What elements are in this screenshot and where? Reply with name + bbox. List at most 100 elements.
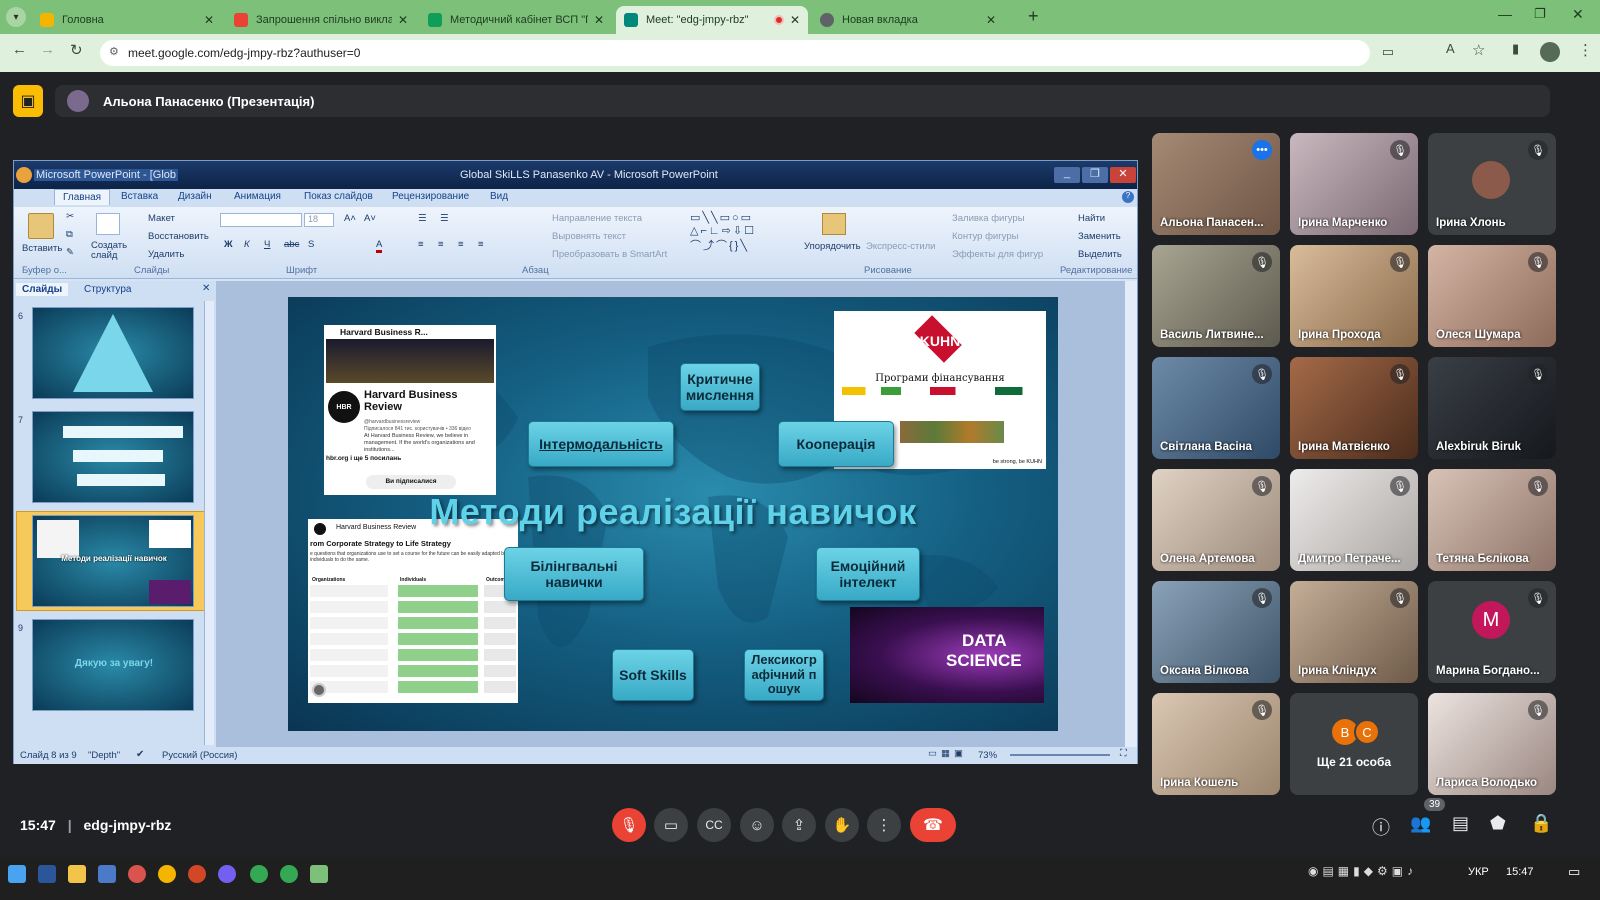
close-window-icon[interactable]: ✕ — [1572, 6, 1584, 23]
pane-tab-outline[interactable]: Структура — [78, 283, 137, 296]
align-center-icon[interactable]: ≡ — [438, 239, 444, 250]
paste-button[interactable]: Вставить — [22, 243, 62, 254]
powerpoint-taskbar-icon[interactable] — [188, 865, 206, 883]
ribbon-tab-review[interactable]: Рецензирование — [392, 191, 469, 202]
pane-tab-slides[interactable]: Слайды — [16, 283, 69, 296]
close-tab-icon[interactable]: ✕ — [594, 13, 604, 27]
system-tray-icons[interactable]: ◉▤▦▮◆⚙▣♪ — [1308, 864, 1417, 878]
browser-tab-methodical[interactable]: Методичний кабінет ВСП "ГА ✕ — [420, 6, 612, 34]
windows-start-icon[interactable] — [8, 865, 26, 883]
quick-styles-button[interactable]: Экспресс-стили — [866, 241, 935, 252]
participant-tile[interactable]: M 🎙 Марина Богдано... — [1428, 581, 1556, 683]
font-name-box[interactable] — [220, 213, 302, 227]
ribbon-tab-design[interactable]: Дизайн — [178, 191, 212, 202]
pane-close-icon[interactable]: ✕ — [202, 283, 210, 294]
info-icon[interactable]: ⓘ — [1372, 814, 1390, 840]
office-button[interactable] — [16, 167, 32, 183]
notification-icon[interactable]: ▭ — [1568, 864, 1580, 880]
smartart-button[interactable]: Преобразовать в SmartArt — [552, 249, 667, 260]
participant-tile[interactable]: 🎙 Оксана Вілкова — [1152, 581, 1280, 683]
ppt-close-icon[interactable]: ✕ — [1110, 167, 1136, 183]
taskbar-app-icon[interactable] — [310, 865, 328, 883]
ribbon-tab-animation[interactable]: Анимация — [234, 191, 281, 202]
fit-slide-icon[interactable]: ⛶ — [1120, 748, 1127, 759]
font-size-box[interactable]: 18 — [304, 213, 334, 227]
italic-icon[interactable]: К — [244, 239, 250, 250]
keyboard-language[interactable]: УКР — [1468, 866, 1489, 878]
bullets-icon[interactable]: ☰ — [418, 213, 427, 224]
numbering-icon[interactable]: ☰ — [440, 213, 449, 224]
arrange-button[interactable]: Упорядочить — [804, 241, 861, 252]
font-grow-icon[interactable]: A˄ — [344, 213, 356, 224]
browser-tab-new[interactable]: Новая вкладка ✕ — [812, 6, 1004, 34]
delete-button[interactable]: Удалить — [148, 249, 184, 260]
participant-tile[interactable]: 🎙 Alexbiruk Biruk — [1428, 357, 1556, 459]
replace-button[interactable]: Заменить — [1078, 231, 1121, 242]
zoom-slider[interactable] — [1010, 754, 1110, 756]
slide-canvas[interactable]: Harvard Business R... HBR Harvard Busine… — [288, 297, 1058, 731]
shape-effects-button[interactable]: Эффекты для фигур — [952, 249, 1043, 260]
host-controls-icon[interactable]: 🔒 — [1530, 813, 1552, 834]
view-buttons[interactable]: ▭▦▣ — [928, 748, 967, 759]
participant-tile[interactable]: 🎙 Дмитро Петраче... — [1290, 469, 1418, 571]
shadow-icon[interactable]: S — [308, 239, 314, 250]
participant-tile[interactable]: 🎙 Олена Артемова — [1152, 469, 1280, 571]
slide-thumbnail-8[interactable]: Методи реалізації навичок — [32, 515, 194, 607]
mic-off-button[interactable]: 🎙 — [612, 808, 646, 842]
site-info-icon[interactable]: ⚙ — [109, 45, 119, 58]
reload-icon[interactable]: ↻ — [70, 41, 83, 59]
text-direction-button[interactable]: Направление текста — [552, 213, 642, 224]
edit-scrollbar[interactable] — [1125, 281, 1137, 747]
copy-icon[interactable]: ⧉ — [66, 229, 73, 240]
participant-tile[interactable]: 🎙 Ірина Марченко — [1290, 133, 1418, 235]
raise-hand-button[interactable]: ✋ — [825, 808, 859, 842]
taskbar-app-icon[interactable] — [128, 865, 146, 883]
taskbar-clock[interactable]: 15:47 — [1506, 866, 1534, 878]
chat-icon[interactable]: ▤ — [1452, 813, 1469, 834]
underline-icon[interactable]: Ч — [264, 239, 270, 250]
restore-icon[interactable]: ❐ — [1534, 6, 1546, 22]
chrome-taskbar-icon[interactable] — [280, 865, 298, 883]
close-tab-icon[interactable]: ✕ — [986, 13, 996, 27]
ppt-restore-icon[interactable]: ❐ — [1082, 167, 1108, 183]
restore-button[interactable]: Восстановить — [148, 231, 209, 242]
slide-thumbnail-6[interactable] — [32, 307, 194, 399]
ribbon-tab-slideshow[interactable]: Показ слайдов — [304, 191, 373, 202]
browser-tab-home[interactable]: Головна ✕ — [32, 6, 222, 34]
participant-tile[interactable]: 🎙 Ірина Матвієнко — [1290, 357, 1418, 459]
bookmark-star-icon[interactable]: ☆ — [1472, 41, 1485, 59]
shape-fill-button[interactable]: Заливка фигуры — [952, 213, 1025, 224]
captions-button[interactable]: CC — [697, 808, 731, 842]
participant-tile[interactable]: 🎙 Ірина Кліндух — [1290, 581, 1418, 683]
ribbon-tab-insert[interactable]: Вставка — [121, 191, 158, 202]
create-slide-button[interactable]: Создать слайд — [91, 241, 135, 261]
align-left-icon[interactable]: ≡ — [418, 239, 424, 250]
camera-icon[interactable]: ▭ — [1382, 44, 1394, 60]
participant-tile-active-speaker[interactable]: ••• Альона Панасен... — [1152, 133, 1280, 235]
activities-icon[interactable]: ⬟ — [1490, 813, 1506, 834]
paste-icon[interactable] — [28, 213, 54, 239]
browser-tab-invite[interactable]: Запрошення спільно викладати ✕ — [226, 6, 416, 34]
emoji-button[interactable]: ☺ — [740, 808, 774, 842]
spellcheck-icon[interactable]: ✔ — [136, 749, 144, 760]
participant-tile[interactable]: 🎙 Василь Литвине... — [1152, 245, 1280, 347]
taskbar-app-icon[interactable] — [98, 865, 116, 883]
shape-outline-button[interactable]: Контур фигуры — [952, 231, 1018, 242]
select-button[interactable]: Выделить — [1078, 249, 1122, 260]
align-right-icon[interactable]: ≡ — [458, 239, 464, 250]
thumbs-scrollbar[interactable] — [204, 301, 214, 745]
participant-tile[interactable]: 🎙 Ірина Прохода — [1290, 245, 1418, 347]
participant-tile[interactable]: 🎙 Ірина Кошель — [1152, 693, 1280, 795]
more-options-button[interactable]: ⋮ — [867, 808, 901, 842]
people-icon[interactable]: 👥 — [1410, 814, 1431, 834]
close-tab-icon[interactable]: ✕ — [790, 13, 800, 27]
help-icon[interactable]: ? — [1122, 191, 1134, 203]
participant-tile[interactable]: 🎙 Світлана Васіна — [1152, 357, 1280, 459]
translate-icon[interactable]: A — [1446, 41, 1455, 56]
taskbar-app-icon[interactable] — [158, 865, 176, 883]
chrome-taskbar-icon[interactable] — [250, 865, 268, 883]
new-tab-button[interactable]: + — [1028, 6, 1039, 27]
participant-tile[interactable]: 🎙 Олеся Шумара — [1428, 245, 1556, 347]
leave-call-button[interactable]: ☎ — [910, 808, 956, 842]
minimize-icon[interactable]: — — [1498, 6, 1512, 22]
